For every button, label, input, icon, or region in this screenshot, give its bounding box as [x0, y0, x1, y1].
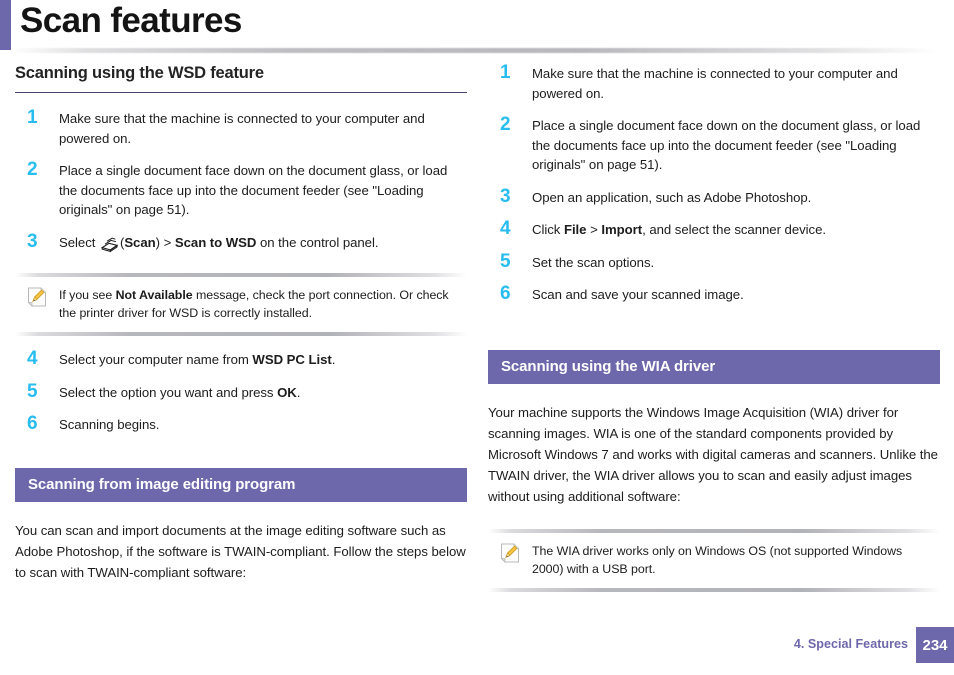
list-item: 2 Place a single document face down on t… [488, 114, 940, 175]
header-divider [11, 48, 937, 53]
step-text: Place a single document face down on the… [59, 163, 448, 217]
step-text-part: , and select the scanner device. [642, 222, 826, 237]
step-number: 4 [27, 348, 38, 369]
step-text-bold: WSD PC List [252, 352, 332, 367]
page-footer: 4. Special Features 234 [0, 625, 954, 675]
page-header: Scan features [0, 0, 954, 53]
step-text-bold: Scan to WSD [174, 234, 257, 250]
note-rule-bottom [488, 587, 940, 592]
step-number: 1 [27, 107, 38, 128]
list-item: 1 Make sure that the machine is connecte… [15, 107, 467, 148]
note-text-part: If you see [59, 288, 116, 302]
step-text: Place a single document face down on the… [532, 118, 921, 172]
step-text-part: on the control panel. [256, 234, 379, 250]
step-text-part: Select the option you want and press [59, 384, 278, 400]
step-text-part: . [296, 384, 301, 400]
note-body: If you see Not Available message, check … [15, 277, 467, 332]
step-text: Select the option you want and press OK. [59, 385, 300, 400]
list-item: 3 Open an application, such as Adobe Pho… [488, 185, 940, 208]
step-text-bold: OK [277, 384, 297, 400]
footer-page-number: 234 [916, 627, 954, 663]
list-item: 1 Make sure that the machine is connecte… [488, 62, 940, 103]
step-text-part: Select your computer name from [59, 352, 253, 367]
step-text: Select (Scan) > Scan to WSD on the contr… [59, 234, 379, 252]
twain-steps-list: 1 Make sure that the machine is connecte… [488, 62, 940, 305]
body-text-image-editing: You can scan and import documents at the… [15, 522, 466, 580]
note-rule-bottom [15, 332, 467, 336]
step-text-bold: Import [601, 222, 643, 237]
step-text-part: Click [532, 222, 564, 237]
step-text-bold: File [563, 222, 587, 237]
step-number: 3 [27, 230, 38, 252]
step-text-part: ) > [155, 234, 175, 250]
step-number: 3 [500, 185, 511, 207]
step-number: 4 [500, 218, 511, 239]
heading-scanning-wsd: Scanning using the WSD feature [15, 64, 467, 93]
step-number: 5 [27, 380, 38, 402]
list-item: 5 Set the scan options. [488, 250, 940, 273]
note-text: If you see Not Available message, check … [59, 286, 461, 322]
step-text-part: > [586, 222, 602, 237]
left-column: Scanning using the WSD feature 1 Make su… [15, 64, 467, 583]
step-text: Open an application, such as Adobe Photo… [532, 189, 812, 205]
body-text-wia: Your machine supports the Windows Image … [488, 404, 938, 504]
step-number: 2 [500, 114, 511, 135]
scanner-icon [100, 237, 119, 258]
step-text: Scanning begins. [59, 417, 160, 432]
step-text-part: . [331, 352, 336, 367]
note-pencil-icon [27, 287, 47, 309]
footer-chapter-label: 4. Special Features [793, 637, 908, 651]
list-item: 4 Select your computer name from WSD PC … [15, 348, 467, 370]
wsd-steps-list-continued: 4 Select your computer name from WSD PC … [15, 348, 467, 435]
note-pencil-icon [500, 543, 520, 565]
list-item: 6 Scanning begins. [15, 413, 467, 435]
note-box-wsd: If you see Not Available message, check … [15, 273, 467, 336]
step-text: Click File > Import, and select the scan… [532, 222, 826, 237]
list-item: 3 Select (Scan) > Scan to WSD on the con… [15, 230, 467, 258]
list-item: 2 Place a single document face down on t… [15, 159, 467, 220]
step-text-bold: Scan [124, 234, 156, 250]
note-text: The WIA driver works only on Windows OS … [532, 543, 903, 576]
note-text-bold: Not Available [115, 288, 193, 302]
step-number: 5 [500, 250, 511, 272]
step-text: Select your computer name from WSD PC Li… [59, 352, 335, 367]
wsd-steps-list: 1 Make sure that the machine is connecte… [15, 107, 467, 258]
note-box-wia: The WIA driver works only on Windows OS … [488, 528, 940, 592]
heading-scanning-wia-driver: Scanning using the WIA driver [488, 349, 940, 384]
heading-scanning-image-editing: Scanning from image editing program [15, 467, 467, 502]
step-number: 2 [27, 159, 38, 180]
step-text: Make sure that the machine is connected … [59, 111, 425, 146]
right-column: 1 Make sure that the machine is connecte… [488, 62, 940, 606]
note-body: The WIA driver works only on Windows OS … [488, 533, 940, 588]
step-number: 6 [500, 283, 511, 304]
step-text: Scan and save your scanned image. [532, 287, 744, 302]
list-item: 6 Scan and save your scanned image. [488, 283, 940, 305]
step-text: Set the scan options. [532, 254, 655, 270]
step-text-part: Select [59, 234, 99, 250]
list-item: 4 Click File > Import, and select the sc… [488, 218, 940, 240]
step-number: 6 [27, 413, 38, 434]
list-item: 5 Select the option you want and press O… [15, 380, 467, 403]
step-text: Make sure that the machine is connected … [532, 66, 898, 101]
header-accent-bar [0, 0, 11, 50]
page-title: Scan features [20, 1, 242, 40]
step-number: 1 [500, 62, 511, 83]
